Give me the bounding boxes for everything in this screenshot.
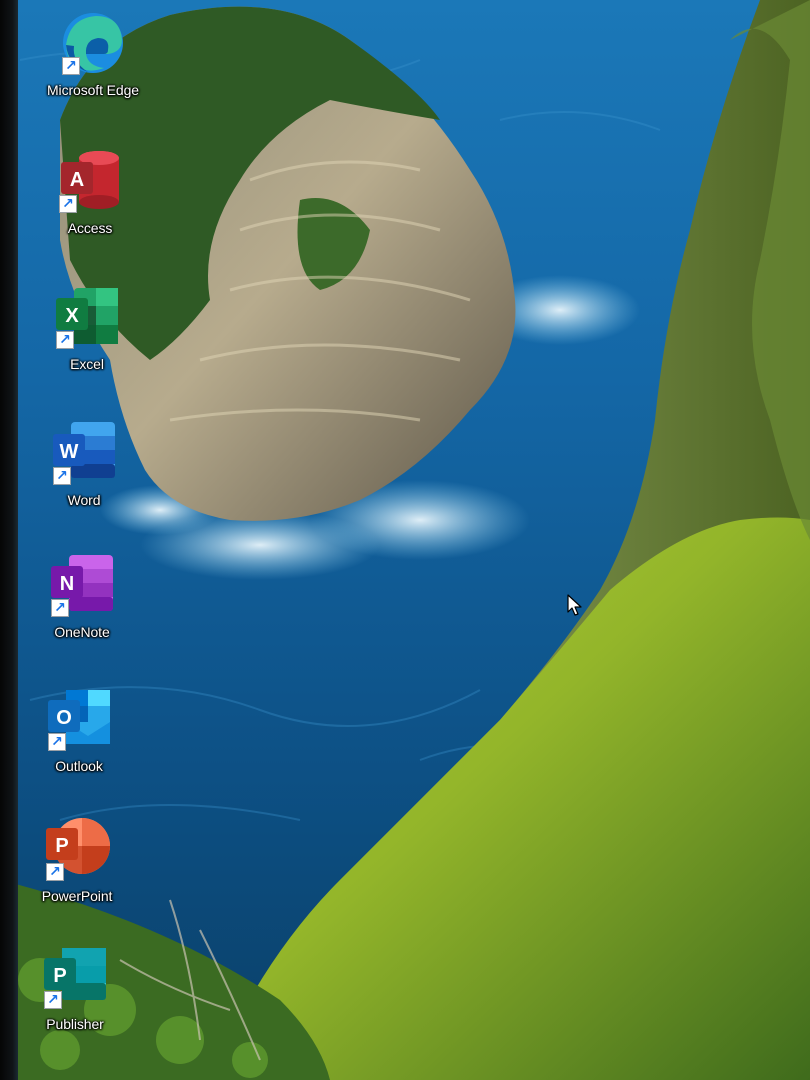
desktop-screen: ↗ Microsoft Edge A ↗ Access X ↗ Excel W …	[0, 0, 810, 1080]
desktop-icon-label: Word	[67, 492, 101, 508]
access-letter: A	[70, 169, 84, 191]
desktop-icon-label: Microsoft Edge	[47, 82, 139, 98]
shortcut-arrow-icon: ↗	[56, 331, 74, 349]
mouse-cursor-icon	[567, 594, 582, 616]
edge-icon: ↗	[58, 10, 128, 76]
desktop-icon-word[interactable]: W ↗ Word	[22, 420, 146, 532]
desktop-icon-microsoft-edge[interactable]: ↗ Microsoft Edge	[31, 10, 155, 122]
desktop-icon-outlook[interactable]: O ↗ Outlook	[17, 686, 141, 798]
word-letter: W	[60, 441, 79, 463]
onenote-icon: N ↗	[47, 552, 117, 618]
desktop-icon-label: Access	[67, 220, 113, 236]
desktop-icon-label: OneNote	[54, 624, 110, 640]
shortcut-arrow-icon: ↗	[53, 467, 71, 485]
shortcut-arrow-icon: ↗	[51, 599, 69, 617]
desktop-icon-label: Excel	[70, 356, 104, 372]
shortcut-arrow-icon: ↗	[62, 57, 80, 75]
shortcut-arrow-icon: ↗	[44, 991, 62, 1009]
powerpoint-letter: P	[55, 835, 68, 857]
excel-letter: X	[65, 305, 79, 327]
desktop-icon-label: Outlook	[55, 758, 103, 774]
word-icon: W ↗	[49, 420, 119, 486]
shortcut-arrow-icon: ↗	[59, 195, 77, 213]
desktop-icon-powerpoint[interactable]: P ↗ PowerPoint	[15, 816, 139, 928]
outlook-icon: O ↗	[44, 686, 114, 752]
shortcut-arrow-icon: ↗	[46, 863, 64, 881]
desktop-icon-grid: ↗ Microsoft Edge A ↗ Access X ↗ Excel W …	[0, 0, 170, 1080]
onenote-letter: N	[60, 573, 74, 595]
publisher-icon: P ↗	[40, 944, 110, 1010]
desktop-icon-access[interactable]: A ↗ Access	[28, 148, 152, 260]
desktop-icon-onenote[interactable]: N ↗ OneNote	[20, 552, 144, 664]
outlook-letter: O	[56, 707, 72, 729]
desktop-icon-excel[interactable]: X ↗ Excel	[25, 284, 149, 396]
access-icon: A ↗	[55, 148, 125, 214]
desktop-icon-label: PowerPoint	[41, 888, 113, 904]
powerpoint-icon: P ↗	[42, 816, 112, 882]
shortcut-arrow-icon: ↗	[48, 733, 66, 751]
excel-icon: X ↗	[52, 284, 122, 350]
desktop-icon-label: Publisher	[46, 1016, 104, 1032]
publisher-letter: P	[53, 965, 66, 987]
desktop-icon-publisher[interactable]: P ↗ Publisher	[13, 944, 137, 1056]
